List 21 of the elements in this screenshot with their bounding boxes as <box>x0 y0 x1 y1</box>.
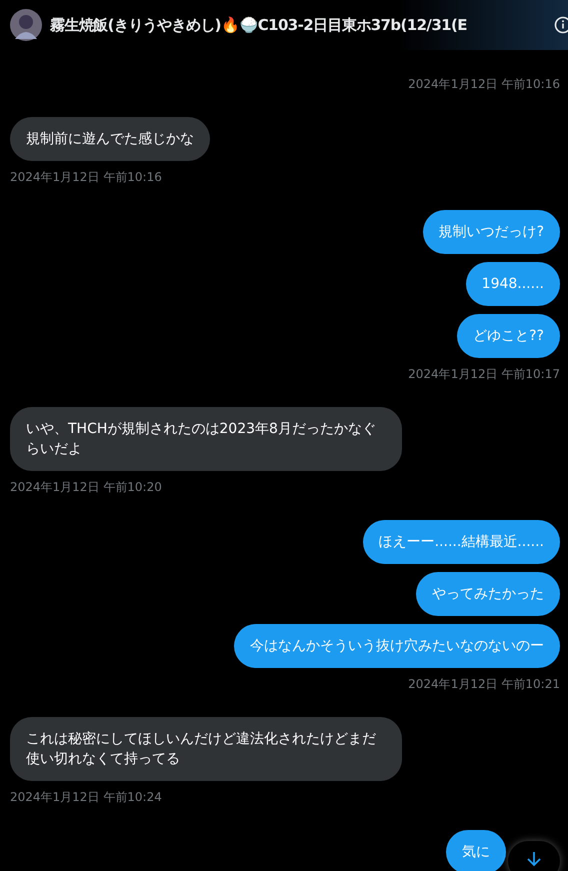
message-bubble: ほえーー......結構最近...... <box>362 520 560 564</box>
message-bubble: これは秘密にしてほしいんだけど違法化されたけどまだ使い切れなくて持ってる <box>10 717 402 781</box>
message-bubble: いや、THCHが規制されたのは2023年8月だったかなぐらいだよ <box>10 407 402 471</box>
info-icon[interactable] <box>554 16 568 34</box>
message-bubble: どゆこと?? <box>457 314 560 358</box>
message-bubble: 規制いつだっけ? <box>422 210 560 254</box>
timestamp: 2024年1月12日 午前10:16 <box>10 169 162 186</box>
arrow-down-icon <box>527 851 541 867</box>
timestamp: 2024年1月12日 午前10:17 <box>408 366 560 383</box>
message-bubble: やってみたかった <box>416 572 560 616</box>
timestamp: 2024年1月12日 午前10:16 <box>408 76 560 93</box>
message-bubble: 気に <box>446 830 506 871</box>
timestamp: 2024年1月12日 午前10:21 <box>408 676 560 693</box>
message-bubble: 今はなんかそういう抜け穴みたいなのないのー <box>234 624 560 668</box>
message-bubble: 規制前に遊んでた感じかな <box>10 117 210 161</box>
timestamp: 2024年1月12日 午前10:20 <box>10 479 162 496</box>
conversation-title: 霧生焼飯(きりうやきめし)🔥🍚C103-2日目東ホ37b(12/31(E <box>50 16 468 34</box>
scroll-down-button[interactable] <box>508 841 560 871</box>
message-bubble: 1948...... <box>466 262 560 306</box>
timestamp: 2024年1月12日 午前10:24 <box>10 789 162 806</box>
avatar[interactable] <box>10 9 42 41</box>
